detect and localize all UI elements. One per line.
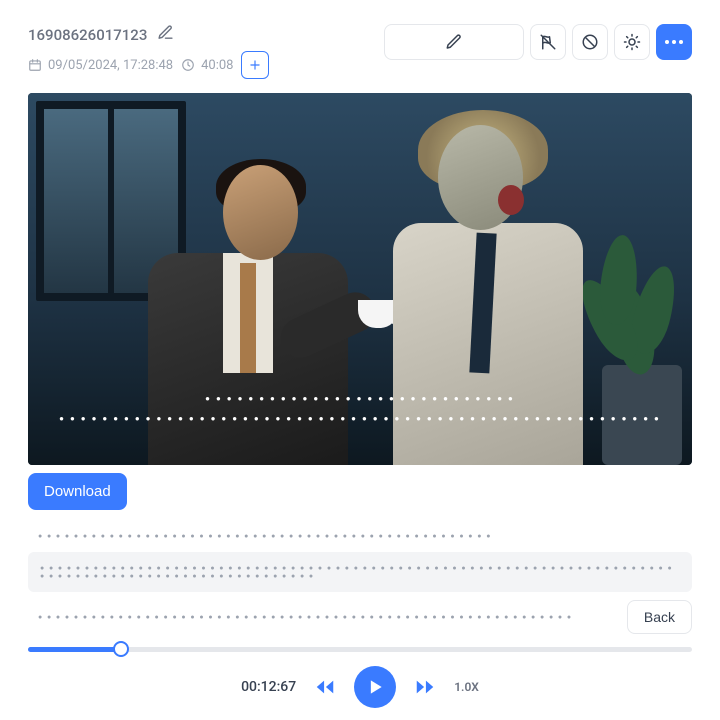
transcript-line-2[interactable]: ● ● ● ● ● ● ● ● ● ● ● ● ● ● ● ● ● ● ● ● … — [28, 552, 692, 592]
disable-icon — [581, 33, 599, 51]
pen-icon — [445, 33, 463, 51]
transcript-line-1: ● ● ● ● ● ● ● ● ● ● ● ● ● ● ● ● ● ● ● ● … — [28, 526, 692, 546]
disable-button[interactable] — [572, 24, 608, 60]
rewind-icon — [314, 676, 336, 698]
progress-slider[interactable] — [28, 642, 692, 656]
video-frame-illustration: ● ● ● ● ● ● ● ● ● ● ● ● ● ● ● ● ● ● ● ● … — [28, 93, 692, 465]
back-button[interactable]: Back — [627, 600, 692, 634]
current-time: 00:12:67 — [241, 679, 296, 695]
record-id: 16908626017123 — [28, 26, 147, 44]
clock-icon — [181, 58, 195, 72]
transcript-line-3: ● ● ● ● ● ● ● ● ● ● ● ● ● ● ● ● ● ● ● ● … — [28, 607, 583, 627]
sun-icon — [623, 33, 641, 51]
forward-icon — [414, 676, 436, 698]
edit-title-icon[interactable] — [157, 24, 174, 45]
more-icon — [665, 40, 683, 44]
caption-line-2: ● ● ● ● ● ● ● ● ● ● ● ● ● ● ● ● ● ● ● ● … — [59, 414, 661, 423]
play-button[interactable] — [354, 666, 396, 708]
add-button[interactable] — [241, 51, 269, 79]
play-icon — [365, 677, 385, 697]
date-meta: 09/05/2024, 17:28:48 — [28, 58, 173, 73]
video-preview[interactable]: ● ● ● ● ● ● ● ● ● ● ● ● ● ● ● ● ● ● ● ● … — [28, 93, 692, 465]
duration-text: 40:08 — [201, 58, 233, 73]
rewind-button[interactable] — [314, 676, 336, 698]
playback-speed[interactable]: 1.0X — [454, 680, 479, 694]
plus-icon — [248, 58, 262, 72]
caption-line-1: ● ● ● ● ● ● ● ● ● ● ● ● ● ● ● ● ● ● ● ● … — [205, 394, 515, 403]
datetime-text: 09/05/2024, 17:28:48 — [48, 58, 173, 73]
duration-meta: 40:08 — [181, 58, 233, 73]
calendar-icon — [28, 58, 42, 72]
brightness-button[interactable] — [614, 24, 650, 60]
more-button[interactable] — [656, 24, 692, 60]
flag-off-icon — [539, 33, 557, 51]
flag-off-button[interactable] — [530, 24, 566, 60]
slider-fill — [28, 647, 121, 652]
download-button[interactable]: Download — [28, 473, 127, 510]
forward-button[interactable] — [414, 676, 436, 698]
annotation-tool[interactable] — [384, 24, 524, 60]
slider-thumb[interactable] — [113, 641, 129, 657]
